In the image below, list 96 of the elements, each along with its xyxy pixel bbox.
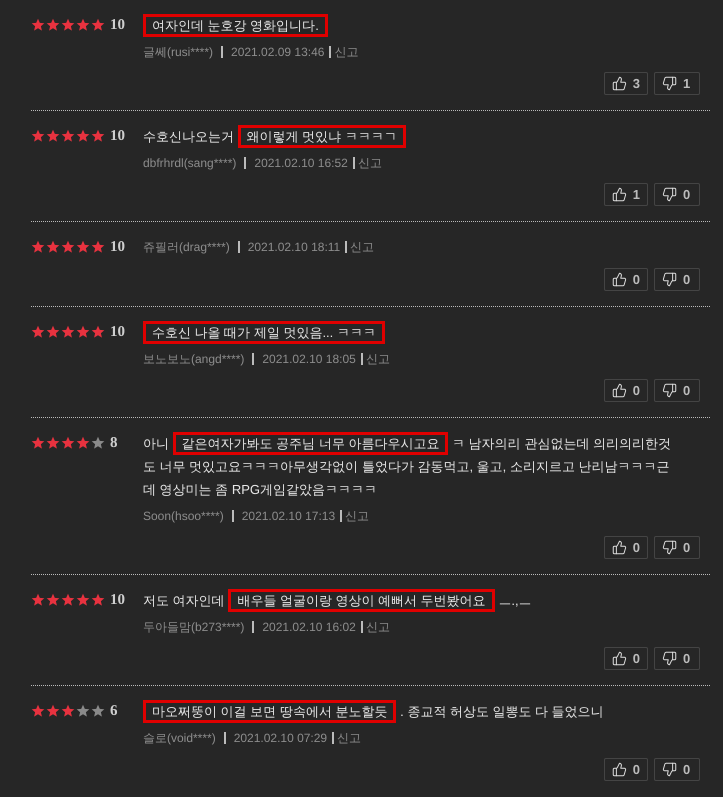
rating-score: 10 <box>110 322 125 342</box>
comment-text: 여자인데 눈호강 영화입니다. <box>143 14 675 37</box>
report-link[interactable]: 신고 <box>334 43 358 61</box>
thumbs-down-icon <box>662 383 677 398</box>
star-icon <box>91 240 105 254</box>
like-button[interactable]: 0 <box>604 379 648 402</box>
dislike-button[interactable]: 0 <box>654 268 700 291</box>
comment-text: 수호신 나올 때가 제일 멋있음... ㅋㅋㅋ <box>143 321 675 344</box>
star-icon <box>76 436 90 450</box>
thumbs-up-icon <box>612 383 627 398</box>
star-icon <box>46 240 60 254</box>
thumbs-down-icon <box>662 762 677 777</box>
star-icon <box>61 704 75 718</box>
thumbs-up-icon <box>612 187 627 202</box>
star-icon <box>31 704 45 718</box>
like-button[interactable]: 0 <box>604 268 648 291</box>
star-icon <box>91 129 105 143</box>
rating-score: 8 <box>110 434 118 453</box>
thumbs-down-icon <box>662 76 677 91</box>
comment-text: 아니 같은여자가봐도 공주님 너무 아름다우시고요 ㅋ 남자의리 관심없는데 의리의리한것도 너무 멋있고요ㅋㅋㅋ아무생각없이 틀었다가 감동먹고, 울고, 소리지르고 난리남ㅋㅋㅋ근데 영상미는 좀 RPG게임같았음ㅋㅋㅋㅋ <box>143 432 675 501</box>
report-link[interactable]: 신고 <box>358 154 382 172</box>
rating-score: 10 <box>110 16 125 35</box>
star-icon <box>61 325 75 339</box>
star-icon <box>46 704 60 718</box>
star-icon <box>76 704 90 718</box>
star-icon <box>46 129 60 143</box>
star-icon <box>31 436 45 450</box>
user-name: 글쎄(rusi****) <box>143 44 214 61</box>
user-name: 보노보노(angd****) <box>143 351 244 368</box>
user-name: dbfrhrdl(sang****) <box>143 155 236 172</box>
star-icon <box>61 593 75 607</box>
thumbs-up-icon <box>612 272 627 287</box>
star-icon <box>76 240 90 254</box>
star-icon <box>91 436 105 450</box>
dislike-button[interactable]: 0 <box>654 183 700 206</box>
star-icon <box>46 18 60 32</box>
user-name: 슬로(void****) <box>143 730 216 747</box>
star-icon <box>91 704 105 718</box>
star-icon <box>91 18 105 32</box>
comment-text: 수호신나오는거 왜이렇게 멋있냐 ㅋㅋㅋㄱ <box>143 125 675 148</box>
user-name: 쥬필러(drag****) <box>143 239 230 256</box>
thumbs-up-icon <box>612 540 627 555</box>
star-icon <box>76 325 90 339</box>
dislike-button[interactable]: 0 <box>654 379 700 402</box>
star-icon <box>76 593 90 607</box>
star-icon <box>31 18 45 32</box>
dislike-button[interactable]: 0 <box>654 536 700 559</box>
star-icon <box>46 436 60 450</box>
thumbs-up-icon <box>612 762 627 777</box>
rating-score: 10 <box>110 590 125 610</box>
star-icon <box>31 240 45 254</box>
like-button[interactable]: 0 <box>604 536 648 559</box>
rating-score: 10 <box>110 238 125 257</box>
report-link[interactable]: 신고 <box>337 729 362 747</box>
user-name: Soon(hsoo****) <box>143 508 224 525</box>
thumbs-up-icon <box>612 651 627 666</box>
star-icon <box>91 593 105 607</box>
like-button[interactable]: 0 <box>604 758 648 781</box>
star-icon <box>31 325 45 339</box>
like-button[interactable]: 0 <box>604 647 648 670</box>
post-date: 2021.02.10 16:02 <box>262 619 356 636</box>
star-icon <box>46 593 60 607</box>
thumbs-down-icon <box>662 187 677 202</box>
rating-score: 6 <box>110 702 118 721</box>
star-icon <box>46 325 60 339</box>
post-date: 2021.02.10 17:13 <box>242 508 336 525</box>
post-date: 2021.02.10 18:11 <box>248 239 340 256</box>
rating-score: 10 <box>110 126 125 146</box>
report-link[interactable]: 신고 <box>345 507 370 525</box>
report-link[interactable]: 신고 <box>366 350 390 368</box>
user-name: 두아들맘(b273****) <box>143 619 244 636</box>
thumbs-up-icon <box>612 76 627 91</box>
star-icon <box>61 240 75 254</box>
star-icon <box>31 129 45 143</box>
thumbs-down-icon <box>662 540 677 555</box>
dislike-button[interactable]: 1 <box>654 72 700 95</box>
thumbs-down-icon <box>662 651 677 666</box>
post-date: 2021.02.10 07:29 <box>234 730 328 747</box>
post-date: 2021.02.09 13:46 <box>231 44 324 61</box>
dislike-button[interactable]: 0 <box>654 647 700 670</box>
star-icon <box>61 129 75 143</box>
like-button[interactable]: 3 <box>604 72 648 95</box>
star-icon <box>76 18 90 32</box>
dislike-button[interactable]: 0 <box>654 758 700 781</box>
thumbs-down-icon <box>662 272 677 287</box>
star-icon <box>91 325 105 339</box>
like-button[interactable]: 1 <box>604 183 648 206</box>
report-link[interactable]: 신고 <box>350 238 374 256</box>
star-icon <box>76 129 90 143</box>
post-date: 2021.02.10 18:05 <box>262 351 356 368</box>
star-icon <box>61 436 75 450</box>
star-icon <box>61 18 75 32</box>
post-date: 2021.02.10 16:52 <box>254 155 348 172</box>
star-icon <box>31 593 45 607</box>
report-link[interactable]: 신고 <box>366 618 390 636</box>
comment-text: 마오쩌뚱이 이걸 보면 땅속에서 분노할듯 . 종교적 허상도 일뽕도 다 들었으니 <box>143 700 675 723</box>
